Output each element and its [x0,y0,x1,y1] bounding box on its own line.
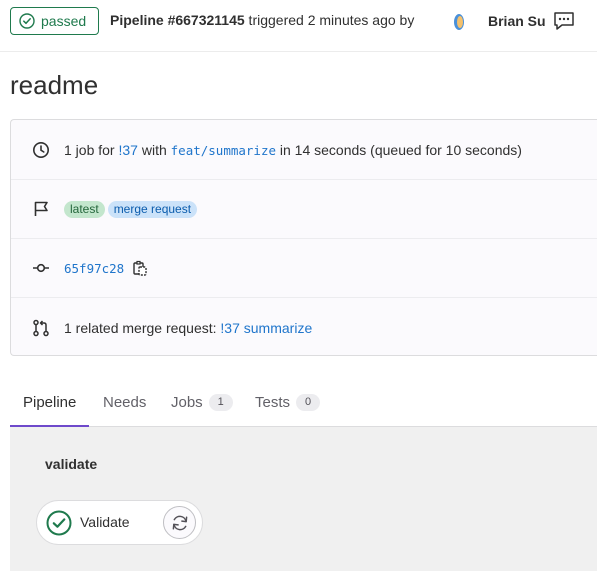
tab-jobs[interactable]: Jobs 1 [171,378,233,426]
related-mr-link[interactable]: !37 summarize [220,320,312,336]
jobs-count-badge: 1 [208,393,233,411]
job-name: Validate [80,514,130,530]
job-summary-with: with [137,141,171,158]
commit-sha-link[interactable]: 65f97c28 [64,261,124,276]
tag-merge-request[interactable]: merge request [107,200,198,218]
tags: latest merge request [64,200,200,218]
page-title: readme [10,70,99,100]
tests-count-badge: 0 [296,393,321,411]
check-circle-icon [19,13,35,29]
pipeline-header: passed Pipeline #667321145 triggered 2 m… [0,0,597,52]
pipeline-tabs: Pipeline Needs Jobs 1 Tests 0 [10,378,597,427]
pipeline-id: Pipeline #667321145 [110,12,245,28]
tab-jobs-label: Jobs [171,393,203,411]
pipeline-page: passed Pipeline #667321145 triggered 2 m… [0,0,597,571]
tab-needs-label: Needs [103,393,147,411]
clock-icon [33,141,49,158]
pipeline-info-card: 1 job for !37 with feat/summarize in 14 … [10,119,597,356]
job-summary: 1 job for !37 with feat/summarize in 14 … [64,142,522,158]
comment-icon[interactable] [553,11,575,31]
retry-button[interactable] [163,506,196,539]
job-item[interactable]: Validate [36,500,203,545]
commit-icon [33,263,49,272]
tab-pipeline[interactable]: Pipeline [10,378,90,427]
flag-icon [34,201,48,216]
branch-link[interactable]: feat/summarize [171,143,276,158]
job-summary-row: 1 job for !37 with feat/summarize in 14 … [11,120,597,180]
job-summary-suffix: in 14 seconds (queued for 10 seconds) [276,141,522,158]
status-badge[interactable]: passed [10,7,99,35]
commit-info: 65f97c28 [64,260,148,276]
related-mr: 1 related merge request: !37 summarize [64,320,312,336]
tab-tests-label: Tests [255,393,291,411]
triggered-text: triggered 2 minutes ago by [244,12,415,28]
retry-icon [172,515,187,530]
tab-tests[interactable]: Tests 0 [255,378,321,426]
pipeline-graph: validate Validate [10,427,597,571]
commit-row: 65f97c28 [11,238,597,298]
tab-needs[interactable]: Needs [103,378,146,426]
copy-icon[interactable] [132,260,148,276]
avatar[interactable] [452,13,464,31]
tag-latest[interactable]: latest [64,200,105,218]
tab-pipeline-label: Pipeline [23,393,77,411]
pipeline-summary: Pipeline #667321145 triggered 2 minutes … [110,12,414,28]
job-summary-prefix: 1 job for [64,141,119,158]
check-circle-icon [46,510,72,536]
stage-title: validate [45,456,98,472]
related-mr-prefix: 1 related merge request: [64,320,221,336]
author-link[interactable]: Brian Su [488,13,546,29]
related-mr-row: 1 related merge request: !37 summarize [11,298,597,358]
mr-link[interactable]: !37 [118,142,137,158]
merge-request-icon [33,319,49,337]
tags-row: latest merge request [11,179,597,239]
status-label: passed [41,13,87,29]
